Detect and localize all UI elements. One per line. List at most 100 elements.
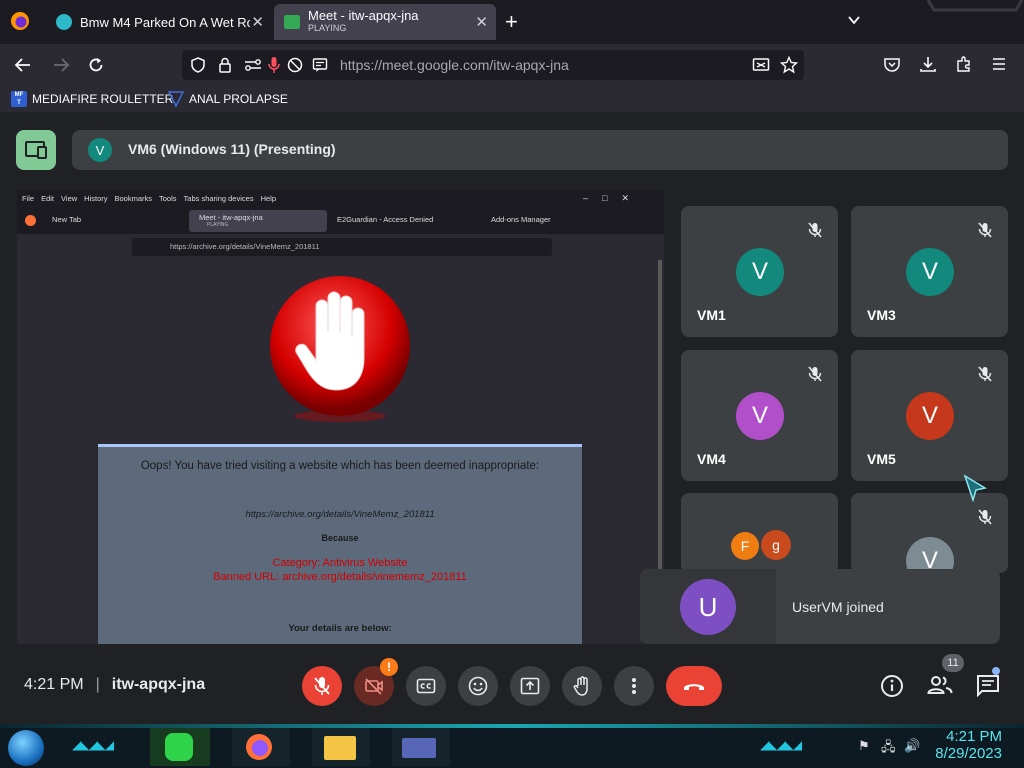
meeting-code: itw-apqx-jna <box>111 676 206 693</box>
participant-tile-vm5[interactable]: V VM5 <box>851 350 1008 481</box>
mic-toggle-button[interactable] <box>302 666 342 706</box>
close-tab-icon[interactable]: ✕ <box>475 13 488 31</box>
tracking-shield-icon[interactable] <box>190 57 206 73</box>
notes-app-icon <box>165 733 193 761</box>
tab-bmw[interactable]: Bmw M4 Parked On A Wet Roa ✕ <box>46 4 272 40</box>
meeting-details-icon[interactable] <box>880 674 904 698</box>
participant-avatar-f: F <box>731 532 759 560</box>
reload-icon[interactable] <box>87 56 105 74</box>
forward-icon[interactable] <box>52 56 70 74</box>
hand-icon <box>573 676 591 696</box>
camera-blocked-icon[interactable] <box>286 57 304 73</box>
taskbar-app-explorer[interactable] <box>312 728 370 766</box>
raise-hand-button[interactable] <box>562 666 602 706</box>
tray-volume-icon[interactable]: 🔊 <box>904 738 920 754</box>
meet-tab-icon <box>284 15 300 29</box>
url-bar[interactable]: https://meet.google.com/itw-apqx-jna <box>182 50 804 80</box>
ss-details: Your details are below: <box>288 623 392 634</box>
browser-tab-bar: Bmw M4 Parked On A Wet Roa ✕ Meet - itw-… <box>0 0 1024 44</box>
presenting-label: VM6 (Windows 11) (Presenting) <box>128 141 336 157</box>
muted-mic-icon <box>808 222 822 238</box>
taskbar: ◢◣◢◣◢ ◢◣◢◣◢ ⚑ 🖧 🔊 4:21 PM 8/29/2023 <box>0 724 1024 768</box>
camera-toggle-button[interactable]: ! <box>354 658 398 706</box>
menu-hamburger-icon[interactable] <box>991 56 1007 72</box>
url-domain: https://meet.google.com <box>340 57 490 73</box>
present-icon <box>520 677 540 695</box>
shared-screen: File Edit View History Bookmarks Tools T… <box>17 190 664 644</box>
ss-tab: E2Guardian - Access Denied <box>337 215 434 224</box>
captions-button[interactable] <box>406 666 446 706</box>
presentation-layout-button[interactable] <box>16 130 56 170</box>
participant-tile-vm1[interactable]: V VM1 <box>681 206 838 337</box>
tray-network-icon[interactable]: 🖧 <box>881 738 896 760</box>
ss-category: Category: Antivirus Website <box>272 557 408 569</box>
firefox-taskbar-icon <box>246 734 272 760</box>
join-notification: U UserVM joined <box>640 569 1000 644</box>
back-icon[interactable] <box>14 56 32 74</box>
muted-mic-icon <box>978 366 992 382</box>
presenter-avatar: V <box>88 138 112 162</box>
participant-tile-group[interactable]: F g <box>681 493 838 573</box>
participant-name: VM1 <box>697 307 726 323</box>
presenting-banner: V VM6 (Windows 11) (Presenting) <box>72 130 1008 170</box>
new-tab-button[interactable]: + <box>505 9 518 35</box>
downloads-icon[interactable] <box>919 55 937 73</box>
participant-avatar: V <box>736 392 784 440</box>
ss-menu-item: Bookmarks <box>114 194 153 203</box>
participant-avatar: V <box>906 392 954 440</box>
bookmark-anal-prolapse[interactable]: ANAL PROLAPSE <box>168 91 288 107</box>
muted-mic-icon <box>978 509 992 525</box>
toast-text: UserVM joined <box>792 599 884 615</box>
bookmark-star-icon[interactable] <box>780 56 798 74</box>
url-text[interactable]: https://meet.google.com/itw-apqx-jna <box>340 57 569 73</box>
camera-off-icon <box>364 677 384 695</box>
muted-mic-icon <box>978 222 992 238</box>
leave-call-button[interactable] <box>666 666 722 706</box>
people-icon[interactable] <box>927 673 953 697</box>
bookmark-mediafire[interactable]: MF T MEDIAFIRE ROULETTER <box>11 91 173 107</box>
url-path: /itw-apqx-jna <box>489 57 569 73</box>
ss-menu-item: Help <box>260 194 277 203</box>
ss-menu-item: View <box>61 194 78 203</box>
participant-tile-v[interactable]: V <box>851 493 1008 585</box>
window-controls[interactable] <box>920 0 1024 12</box>
ss-menu-item: File <box>22 194 35 203</box>
tab-meet[interactable]: Meet - itw-apqx-jna PLAYING ✕ <box>274 4 496 40</box>
pocket-icon[interactable] <box>883 56 901 74</box>
participant-tile-vm4[interactable]: V VM4 <box>681 350 838 481</box>
bookmark-folder-icon <box>168 91 184 107</box>
taskbar-app-firefox[interactable] <box>232 728 290 766</box>
more-options-button[interactable] <box>614 666 654 706</box>
ss-block-message: Oops! You have tried visiting a website … <box>140 460 540 472</box>
microphone-active-icon[interactable] <box>268 56 280 74</box>
participant-name: VM3 <box>867 307 896 323</box>
taskbar-app-remote[interactable] <box>392 728 450 766</box>
more-vert-icon <box>631 677 637 695</box>
emoji-icon <box>468 676 488 696</box>
firefox-icon[interactable] <box>10 11 30 31</box>
tab-list-chevron-icon[interactable] <box>846 12 862 28</box>
permissions-icon[interactable] <box>244 58 262 72</box>
tray-flag-icon[interactable]: ⚑ <box>858 738 870 754</box>
close-tab-icon[interactable]: ✕ <box>251 13 264 31</box>
chat-icon[interactable] <box>976 674 1000 698</box>
bmw-tab-icon <box>56 14 72 30</box>
participant-tile-vm3[interactable]: V VM3 <box>851 206 1008 337</box>
reactions-button[interactable] <box>458 666 498 706</box>
ss-menu-item: History <box>84 194 108 203</box>
reader-icon[interactable] <box>312 57 328 73</box>
present-screen-button[interactable] <box>510 666 550 706</box>
taskbar-clock[interactable]: 4:21 PM 8/29/2023 <box>935 728 1002 762</box>
ss-firefox-icon <box>25 215 36 226</box>
toast-avatar: U <box>680 579 736 635</box>
taskbar-app-notes[interactable] <box>150 728 210 766</box>
start-orb-icon[interactable] <box>8 730 44 766</box>
meeting-info: 4:21 PM | itw-apqx-jna <box>24 676 205 694</box>
captions-icon <box>416 678 436 694</box>
camera-warning-badge: ! <box>380 658 398 676</box>
extensions-icon[interactable] <box>955 55 973 73</box>
ss-blocked-url: https://archive.org/details/VineMemz_201… <box>245 509 435 520</box>
lock-icon[interactable] <box>218 57 232 73</box>
bookmarks-toolbar: MF T MEDIAFIRE ROULETTER ANAL PROLAPSE <box>0 86 1024 112</box>
screen-share-icon[interactable] <box>752 57 770 73</box>
